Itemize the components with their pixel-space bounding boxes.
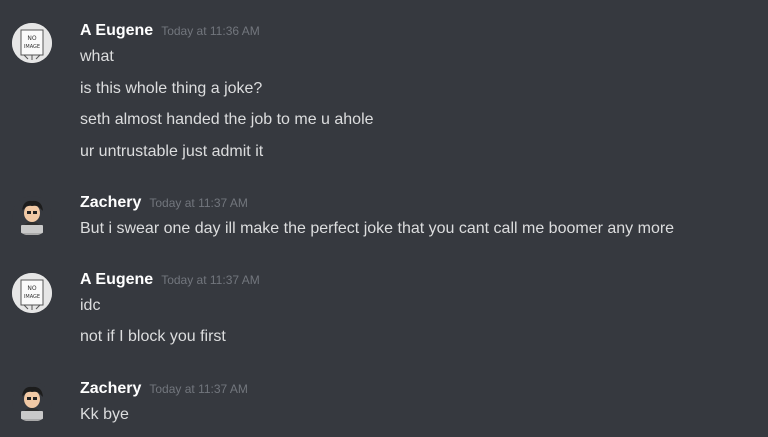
message-group: NO IMAGE A Eugene Today at 11:37 AM idc n… bbox=[0, 269, 768, 354]
message-text: what bbox=[80, 48, 114, 65]
timestamp[interactable]: Today at 11:37 AM bbox=[149, 196, 248, 210]
timestamp[interactable]: Today at 11:37 AM bbox=[161, 273, 260, 287]
username[interactable]: Zachery bbox=[80, 194, 141, 211]
message-header: Zachery Today at 11:37 AM bbox=[80, 378, 248, 400]
username[interactable]: A Eugene bbox=[80, 22, 153, 39]
message-text: ur untrustable just admit it bbox=[80, 143, 264, 160]
message-group: Zachery Today at 11:37 AM But i swear one… bbox=[0, 192, 768, 242]
no-image-text-line2: IMAGE bbox=[24, 294, 40, 300]
no-image-text-line2: IMAGE bbox=[24, 44, 40, 50]
message-text: seth almost handed the job to me u ahole bbox=[80, 111, 374, 128]
username[interactable]: A Eugene bbox=[80, 271, 153, 288]
timestamp[interactable]: Today at 11:37 AM bbox=[149, 382, 248, 396]
user-avatar[interactable]: NO IMAGE bbox=[12, 273, 52, 313]
no-image-icon: NO IMAGE bbox=[12, 23, 52, 63]
no-image-text-line1: NO bbox=[27, 285, 36, 292]
user-avatar[interactable]: NO IMAGE bbox=[12, 23, 52, 63]
person-with-laptop-icon bbox=[19, 200, 45, 235]
message-text: not if I block you first bbox=[80, 328, 226, 345]
timestamp[interactable]: Today at 11:36 AM bbox=[161, 24, 260, 38]
message-text: idc bbox=[80, 297, 101, 314]
no-image-text-line1: NO bbox=[27, 35, 36, 42]
message-group: NO IMAGE A Eugene Today at 11:36 AM what … bbox=[0, 20, 768, 170]
message-header: A Eugene Today at 11:37 AM bbox=[80, 269, 260, 291]
user-avatar[interactable] bbox=[12, 382, 52, 422]
no-image-icon: NO IMAGE bbox=[12, 273, 52, 313]
message-text: But i swear one day ill make the perfect… bbox=[80, 220, 675, 237]
message-header: Zachery Today at 11:37 AM bbox=[80, 192, 248, 214]
person-with-laptop-icon bbox=[19, 386, 45, 421]
user-avatar[interactable] bbox=[12, 196, 52, 236]
message-text: Kk bye bbox=[80, 406, 129, 423]
message-group: Zachery Today at 11:37 AM Kk bye bbox=[0, 378, 768, 428]
message-text: is this whole thing a joke? bbox=[80, 80, 263, 97]
username[interactable]: Zachery bbox=[80, 380, 141, 397]
message-header: A Eugene Today at 11:36 AM bbox=[80, 20, 260, 42]
